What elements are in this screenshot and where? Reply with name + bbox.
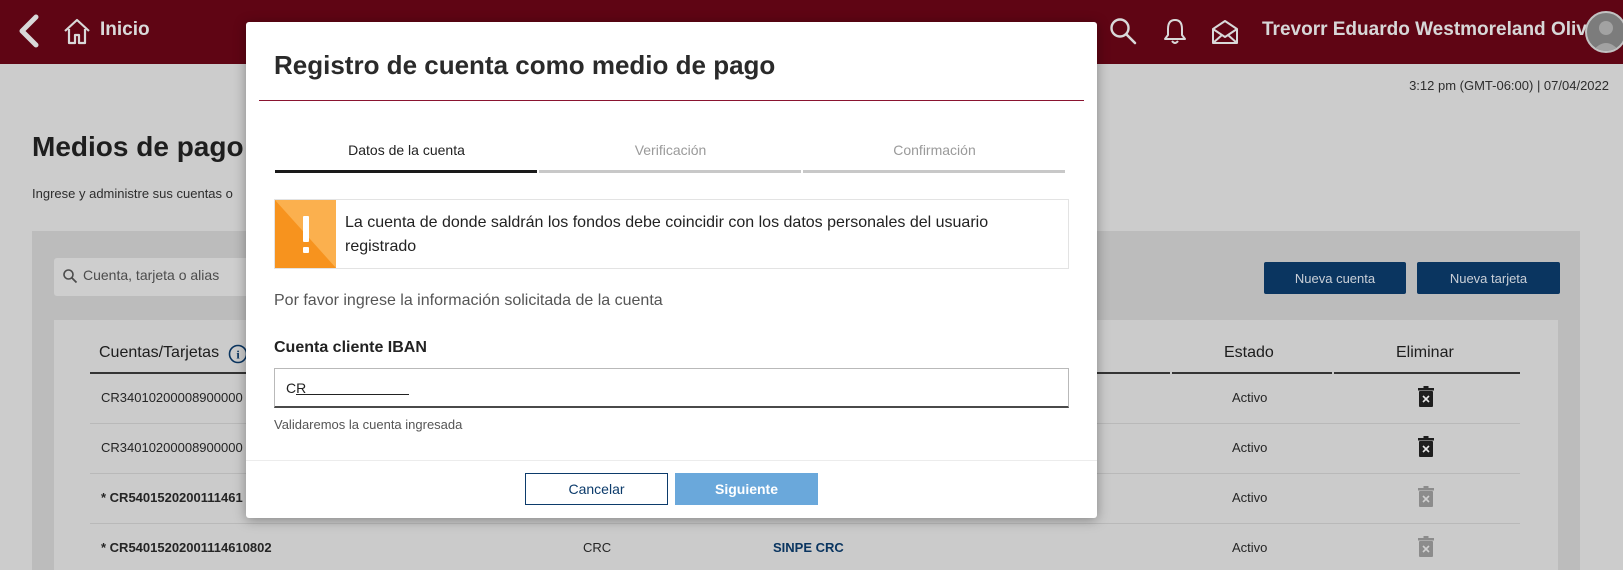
instructions-text: Por favor ingrese la información solicit… [274,292,663,309]
iban-help-text: Validaremos la cuenta ingresada [274,417,463,432]
step-confirmation: Confirmación [893,142,976,158]
step-progress-bar [803,170,1065,173]
step-verification: Verificación [634,142,707,158]
next-button[interactable]: Siguiente [675,473,818,505]
iban-field-label: Cuenta cliente IBAN [274,339,427,356]
register-account-modal: Registro de cuenta como medio de pago Da… [246,22,1097,518]
alert-message: La cuenta de donde saldrán los fondos de… [345,214,989,255]
modal-title: Registro de cuenta como medio de pago [274,50,776,80]
title-divider [259,100,1084,101]
input-mask-underline [296,394,409,395]
step-progress-bar [275,170,537,173]
iban-input[interactable] [274,368,1069,408]
step-progress-bar [539,170,801,173]
footer-divider [246,460,1097,461]
step-account-data: Datos de la cuenta [348,142,465,158]
cancel-button[interactable]: Cancelar [525,473,668,505]
warning-icon [275,200,336,268]
warning-alert: La cuenta de donde saldrán los fondos de… [274,199,1069,269]
